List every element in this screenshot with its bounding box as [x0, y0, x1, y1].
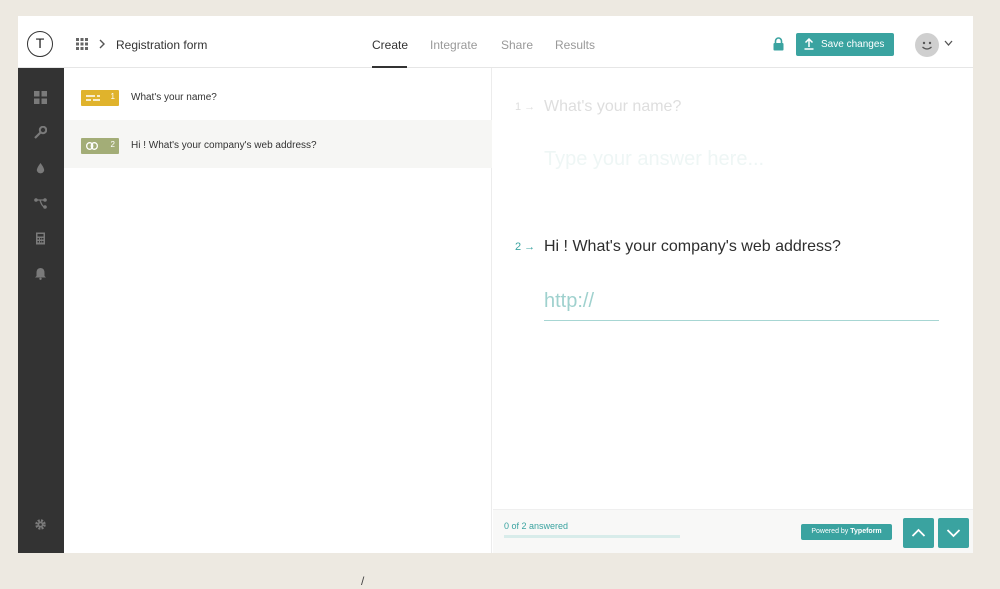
- question-number: 1: [110, 92, 115, 101]
- question-item-1[interactable]: 1 What's your name?: [64, 72, 492, 120]
- question-item-2[interactable]: 2 Hi ! What's your company's web address…: [64, 120, 492, 168]
- link-icon: [86, 142, 98, 150]
- question-text: What's your name?: [131, 92, 217, 103]
- save-changes-button[interactable]: Save changes: [796, 33, 894, 56]
- top-bar: T Registration form Create Integrate Sha…: [18, 16, 973, 68]
- powered-by-prefix: Powered by: [811, 528, 851, 535]
- bell-icon[interactable]: [34, 267, 47, 280]
- form-title[interactable]: Registration form: [116, 38, 207, 52]
- chevron-up-icon: [911, 528, 926, 537]
- question-2-title: Hi ! What's your company's web address?: [544, 238, 841, 255]
- question-badge: 1: [81, 90, 119, 106]
- save-changes-label: Save changes: [821, 39, 885, 50]
- question-badge: 2: [81, 138, 119, 154]
- stray-slash-text: /: [361, 574, 365, 588]
- avatar[interactable]: [915, 33, 939, 57]
- apps-grid-icon[interactable]: [76, 38, 88, 50]
- typeform-builder-window: T Registration form Create Integrate Sha…: [18, 16, 973, 553]
- question-2-number: 2 →: [515, 241, 536, 253]
- upload-icon: [804, 38, 814, 50]
- tab-create[interactable]: Create: [372, 38, 408, 52]
- tab-results[interactable]: Results: [555, 38, 595, 52]
- next-question-button[interactable]: [938, 518, 969, 548]
- grid-icon[interactable]: [34, 91, 47, 104]
- question-list: 1 What's your name? 2 Hi ! What's your c…: [64, 68, 492, 553]
- gear-icon[interactable]: [34, 518, 47, 531]
- branch-icon[interactable]: [34, 197, 47, 210]
- powered-by-typeform-badge[interactable]: Powered by Typeform: [801, 524, 892, 540]
- tab-share[interactable]: Share: [501, 38, 533, 52]
- typeform-logo[interactable]: T: [27, 31, 53, 57]
- website-answer-input[interactable]: [544, 283, 939, 321]
- previous-question-button[interactable]: [903, 518, 934, 548]
- lock-icon: [773, 37, 784, 51]
- form-preview: 1 → What's your name? Type your answer h…: [493, 68, 973, 553]
- question-1-answer-placeholder[interactable]: Type your answer here...: [544, 148, 764, 171]
- question-number: 2: [110, 140, 115, 149]
- calculator-icon[interactable]: [34, 232, 47, 245]
- chevron-down-icon: [946, 529, 961, 538]
- tab-integrate[interactable]: Integrate: [430, 38, 477, 52]
- smiley-face-icon: [922, 41, 932, 50]
- powered-by-brand: Typeform: [850, 528, 882, 535]
- left-sidebar: [18, 68, 64, 553]
- chevron-down-icon[interactable]: [944, 40, 953, 46]
- question-1-title: What's your name?: [544, 98, 682, 115]
- wrench-icon[interactable]: [34, 126, 47, 139]
- question-1-number: 1 →: [515, 101, 536, 113]
- chevron-right-icon: [99, 39, 105, 49]
- progress-bar: [504, 535, 680, 538]
- preview-footer: 0 of 2 answered Powered by Typeform: [493, 509, 973, 553]
- question-text: Hi ! What's your company's web address?: [131, 140, 317, 151]
- progress-text: 0 of 2 answered: [504, 521, 569, 531]
- drop-icon[interactable]: [34, 162, 47, 175]
- short-text-icon: [86, 95, 100, 101]
